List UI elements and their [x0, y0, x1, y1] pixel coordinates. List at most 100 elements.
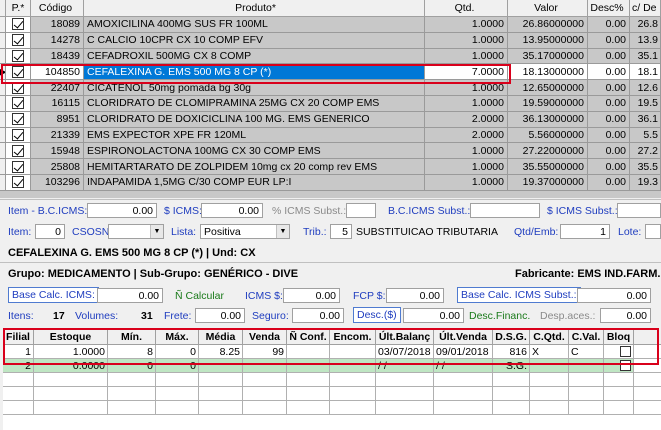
- stock-cell[interactable]: [530, 401, 569, 414]
- stock-cell[interactable]: [156, 387, 199, 400]
- fcp-field[interactable]: 0.00: [386, 288, 444, 303]
- stock-col-header[interactable]: Encom.: [330, 329, 376, 344]
- stock-cell[interactable]: [108, 401, 156, 414]
- stock-col-header[interactable]: C.Val.: [569, 329, 604, 344]
- row-checkbox-cell[interactable]: [6, 17, 31, 32]
- table-row[interactable]: 14278 C CALCIO 10CPR CX 10 COMP EFV 1.0000…: [0, 32, 661, 49]
- col-header-desc[interactable]: Desc%: [588, 0, 630, 16]
- table-row[interactable]: [3, 373, 661, 387]
- bc-icms-subst-field[interactable]: [470, 203, 540, 218]
- cell-produto[interactable]: INDAPAMIDA 1,5MG C/30 COMP EUR LP:I: [84, 174, 425, 190]
- row-checkbox-cell[interactable]: [6, 95, 31, 111]
- stock-cell[interactable]: [156, 401, 199, 414]
- stock-cell[interactable]: [434, 401, 493, 414]
- stock-cell[interactable]: [156, 373, 199, 386]
- col-header-cd[interactable]: c/ De: [630, 0, 661, 16]
- trib-field[interactable]: 5: [330, 224, 352, 239]
- stock-cell[interactable]: [493, 401, 530, 414]
- cell-produto[interactable]: EMS EXPECTOR XPE FR 120ML: [84, 127, 425, 143]
- stock-cell[interactable]: [376, 387, 434, 400]
- stock-grid[interactable]: Filial Estoque Mín. Máx. Média Venda Ñ Conf. En…: [3, 329, 661, 430]
- cell-produto[interactable]: CLORIDRATO DE CLOMIPRAMINA 25MG CX 20 CO…: [84, 95, 425, 111]
- stock-cell[interactable]: 0: [156, 359, 199, 372]
- stock-cell[interactable]: [530, 373, 569, 386]
- stock-col-header[interactable]: D.S.G.: [493, 329, 530, 344]
- stock-cell[interactable]: [569, 359, 604, 372]
- table-row[interactable]: 22407 CICATENOL 50mg pomada bg 30g 1.0000 1…: [0, 80, 661, 96]
- cell-produto[interactable]: C CALCIO 10CPR CX 10 COMP EFV: [84, 32, 425, 48]
- icms-subst-field[interactable]: [617, 203, 661, 218]
- stock-cell[interactable]: [199, 401, 243, 414]
- stock-cell[interactable]: [3, 401, 34, 414]
- cell-produto[interactable]: AMOXICILINA 400MG SUS FR 100ML: [84, 17, 425, 32]
- stock-col-header[interactable]: Venda: [243, 329, 287, 344]
- checkbox[interactable]: [12, 49, 24, 62]
- stock-cell[interactable]: / /: [376, 359, 434, 372]
- col-header-p[interactable]: P.*: [6, 0, 31, 16]
- stock-cell[interactable]: [287, 373, 330, 386]
- cell-produto[interactable]: CICATENOL 50mg pomada bg 30g: [84, 80, 425, 95]
- stock-cell[interactable]: 8.25: [199, 345, 243, 358]
- stock-col-header[interactable]: Estoque: [34, 329, 108, 344]
- stock-col-header[interactable]: C.Qtd.: [530, 329, 569, 344]
- stock-cell[interactable]: [434, 373, 493, 386]
- stock-col-header[interactable]: Mín.: [108, 329, 156, 344]
- chevron-down-icon[interactable]: ▼: [276, 225, 289, 238]
- col-header-codigo[interactable]: Código: [31, 0, 84, 16]
- stock-cell[interactable]: [493, 387, 530, 400]
- chevron-down-icon[interactable]: ▼: [150, 225, 163, 238]
- stock-cell[interactable]: [569, 387, 604, 400]
- base-calc-icms-button[interactable]: Base Calc. ICMS:: [8, 287, 99, 303]
- stock-cell[interactable]: 03/07/2018: [376, 345, 434, 358]
- lista-select[interactable]: Positiva ▼: [200, 224, 290, 239]
- table-row[interactable]: 21339 EMS EXPECTOR XPE FR 120ML 2.0000 5.56…: [0, 127, 661, 144]
- stock-cell[interactable]: [243, 359, 287, 372]
- stock-cell[interactable]: 0: [156, 345, 199, 358]
- stock-cell[interactable]: [330, 373, 376, 386]
- table-row[interactable]: 1 1.0000 8 0 8.25 99 03/07/2018 09/01/2018 816 X C: [3, 345, 661, 359]
- col-header-produto[interactable]: Produto*: [84, 0, 425, 16]
- cell-produto[interactable]: CEFALEXINA G. EMS 500 MG 8 CP (*): [84, 64, 425, 80]
- stock-cell[interactable]: [34, 373, 108, 386]
- checkbox[interactable]: [12, 65, 24, 78]
- stock-cell[interactable]: [199, 387, 243, 400]
- col-header-qtd[interactable]: Qtd.: [425, 0, 508, 16]
- stock-cell[interactable]: 1: [3, 345, 34, 358]
- stock-cell[interactable]: / /: [434, 359, 493, 372]
- stock-cell[interactable]: [376, 373, 434, 386]
- desp-aces-field[interactable]: 0.00: [600, 308, 651, 323]
- lote-field[interactable]: [645, 224, 661, 239]
- desc-field[interactable]: 0.00: [403, 308, 464, 323]
- row-checkbox-cell[interactable]: [6, 48, 31, 64]
- stock-cell[interactable]: [34, 401, 108, 414]
- col-header-valor[interactable]: Valor: [508, 0, 588, 16]
- checkbox[interactable]: [12, 144, 24, 157]
- desc-button[interactable]: Desc.($): [353, 307, 401, 323]
- stock-cell[interactable]: [243, 373, 287, 386]
- stock-cell[interactable]: [530, 387, 569, 400]
- row-checkbox-cell[interactable]: [6, 174, 31, 190]
- bloq-checkbox[interactable]: [620, 346, 631, 357]
- item-field[interactable]: 0: [35, 224, 65, 239]
- cell-produto[interactable]: CLORIDRATO DE DOXICICLINA 100 MG. EMS GE…: [84, 111, 425, 127]
- checkbox[interactable]: [12, 81, 24, 94]
- qtd-emb-field[interactable]: 1: [560, 224, 610, 239]
- stock-cell[interactable]: [3, 373, 34, 386]
- stock-cell[interactable]: [530, 359, 569, 372]
- stock-cell[interactable]: [604, 387, 634, 400]
- seguro-field[interactable]: 0.00: [292, 308, 344, 323]
- csosn-select[interactable]: ▼: [108, 224, 164, 239]
- row-checkbox-cell[interactable]: [6, 127, 31, 143]
- checkbox[interactable]: [12, 113, 24, 126]
- stock-cell[interactable]: [199, 373, 243, 386]
- checkbox[interactable]: [12, 160, 24, 173]
- stock-cell[interactable]: [34, 387, 108, 400]
- table-row[interactable]: 103296 INDAPAMIDA 1,5MG C/30 COMP EUR LP:…: [0, 174, 661, 191]
- row-checkbox-cell[interactable]: [6, 143, 31, 159]
- stock-cell[interactable]: [330, 401, 376, 414]
- stock-cell[interactable]: 8: [108, 345, 156, 358]
- cell-produto[interactable]: ESPIRONOLACTONA 100MG CX 30 COMP EMS: [84, 143, 425, 159]
- stock-cell[interactable]: [108, 373, 156, 386]
- nao-calcular-label[interactable]: Ñ Calcular: [175, 290, 224, 302]
- table-row[interactable]: [3, 401, 661, 415]
